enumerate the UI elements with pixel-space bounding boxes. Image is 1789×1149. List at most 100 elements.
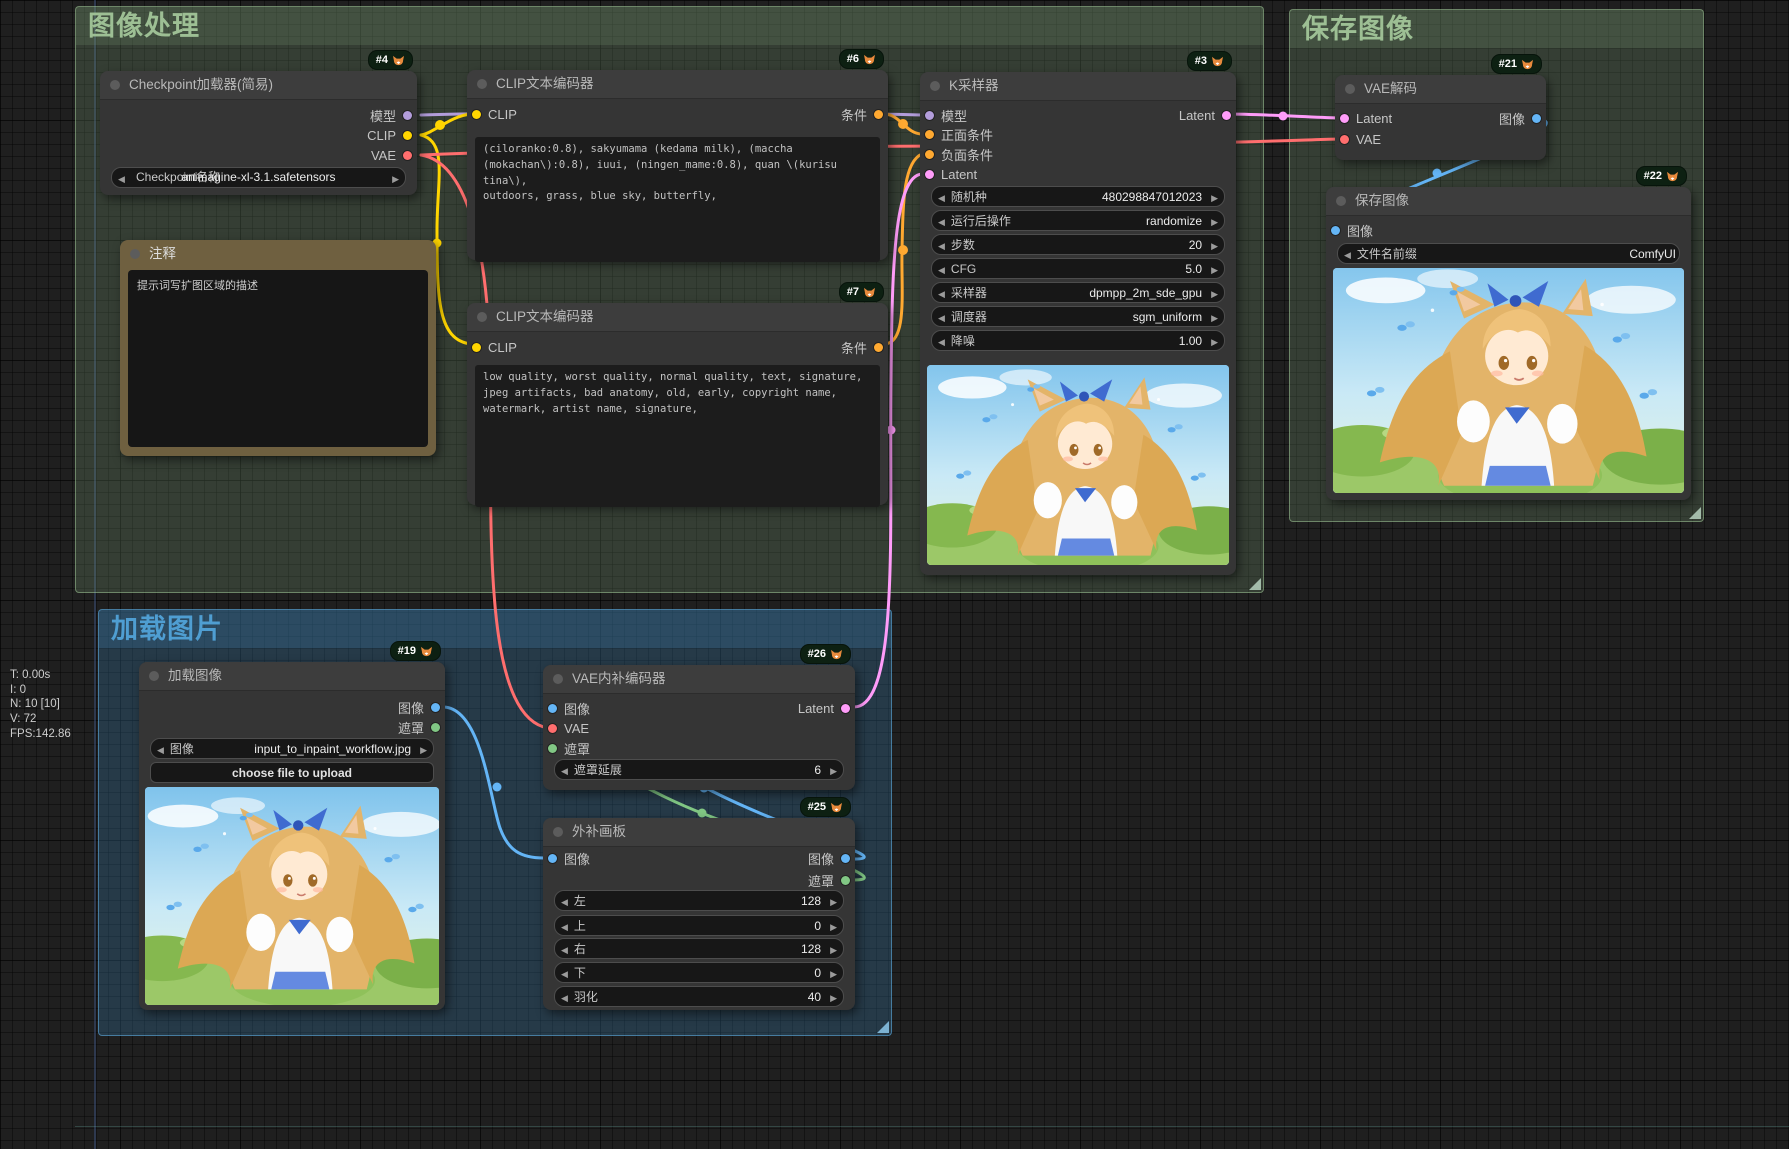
combo-left-arrow-icon[interactable]: [932, 238, 951, 252]
slot-dot-mask[interactable]: [841, 876, 850, 885]
link-dot[interactable]: [898, 245, 908, 255]
slot-dot-clip[interactable]: [472, 343, 481, 352]
slot-dot-conditioning[interactable]: [874, 343, 883, 352]
combo-right-arrow-icon[interactable]: [414, 742, 433, 756]
choose-file-button[interactable]: choose file to upload: [150, 762, 434, 783]
node-title-bar[interactable]: K采样器: [920, 72, 1236, 101]
node-title-bar[interactable]: 外补画板: [543, 818, 855, 847]
collapse-dot-icon[interactable]: [1345, 84, 1355, 94]
slot-dot-vae[interactable]: [548, 724, 557, 733]
link-dot[interactable]: [493, 783, 502, 792]
node-clip-encode-positive[interactable]: #6 CLIP文本编码器 CLIP 条件 (ciloranko:0.8), sa…: [467, 70, 888, 260]
link-dot[interactable]: [435, 120, 445, 130]
slot-dot-image[interactable]: [548, 704, 557, 713]
slot-dot-latent[interactable]: [925, 170, 934, 179]
combo-left-arrow-icon[interactable]: [932, 286, 951, 300]
slot-dot-model[interactable]: [925, 111, 934, 120]
node-note[interactable]: 注释 提示词写扩图区域的描述: [120, 240, 436, 456]
node-vae-decode[interactable]: #21 VAE解码 Latent VAE 图像: [1335, 75, 1546, 160]
output-slot-image[interactable]: 图像: [1499, 109, 1541, 127]
node-save-image[interactable]: #22 保存图像 图像 文件名前缀ComfyUI: [1326, 187, 1691, 500]
collapse-dot-icon[interactable]: [110, 80, 120, 90]
node-title-bar[interactable]: CLIP文本编码器: [467, 303, 888, 332]
output-slot-latent[interactable]: Latent: [1179, 106, 1231, 124]
combo-right-arrow-icon[interactable]: [824, 894, 843, 908]
combo-left-arrow-icon[interactable]: [932, 334, 951, 348]
combo-right-arrow-icon[interactable]: [824, 763, 843, 777]
slot-dot-latent[interactable]: [841, 704, 850, 713]
prompt-textarea[interactable]: low quality, worst quality, normal quali…: [475, 365, 880, 507]
filename-prefix-widget[interactable]: 文件名前缀ComfyUI: [1337, 243, 1680, 264]
input-slot-clip[interactable]: CLIP: [472, 338, 517, 356]
slot-dot-clip[interactable]: [472, 110, 481, 119]
input-slot-latent[interactable]: Latent: [1340, 109, 1392, 127]
combo-right-arrow-icon[interactable]: [824, 990, 843, 1004]
pad-bottom-widget[interactable]: 下0: [554, 962, 844, 983]
input-slot-mask[interactable]: 遮罩: [548, 739, 590, 757]
prompt-textarea[interactable]: (ciloranko:0.8), sakyumama (kedama milk)…: [475, 137, 880, 262]
slot-dot-vae[interactable]: [1340, 135, 1349, 144]
input-slot-positive[interactable]: 正面条件: [925, 125, 993, 143]
combo-right-arrow-icon[interactable]: [1205, 262, 1224, 276]
slot-dot-image[interactable]: [431, 703, 440, 712]
combo-left-arrow-icon[interactable]: [932, 262, 951, 276]
pad-right-widget[interactable]: 右128: [554, 938, 844, 959]
combo-left-arrow-icon[interactable]: [555, 990, 574, 1004]
input-slot-image[interactable]: 图像: [548, 699, 590, 717]
node-clip-encode-negative[interactable]: #7 CLIP文本编码器 CLIP 条件 low quality, worst …: [467, 303, 888, 505]
input-slot-image[interactable]: 图像: [1331, 221, 1373, 239]
combo-right-arrow-icon[interactable]: [1205, 334, 1224, 348]
collapse-dot-icon[interactable]: [130, 249, 140, 259]
pad-left-widget[interactable]: 左128: [554, 890, 844, 911]
grow-mask-widget[interactable]: 遮罩延展6: [554, 759, 844, 780]
combo-left-arrow-icon[interactable]: [555, 894, 574, 908]
slot-dot-latent[interactable]: [1222, 111, 1231, 120]
slot-dot-image[interactable]: [1331, 226, 1340, 235]
control-after-generate-widget[interactable]: 运行后操作randomize: [931, 210, 1225, 231]
slot-dot-vae[interactable]: [403, 151, 412, 160]
link-dot[interactable]: [1279, 112, 1288, 121]
collapse-dot-icon[interactable]: [553, 674, 563, 684]
node-vae-encode-inpaint[interactable]: #26 VAE内补编码器 图像 VAE 遮罩 Latent 遮罩延展6: [543, 665, 855, 790]
slot-dot-conditioning[interactable]: [874, 110, 883, 119]
wire-clip-positive[interactable]: [421, 114, 471, 135]
node-ksampler[interactable]: #3 K采样器 模型 正面条件 负面条件 Latent Latent 随机种48…: [920, 72, 1236, 575]
combo-left-arrow-icon[interactable]: [151, 742, 170, 756]
combo-left-arrow-icon[interactable]: [932, 190, 951, 204]
combo-right-arrow-icon[interactable]: [824, 942, 843, 956]
node-title-bar[interactable]: 保存图像: [1326, 187, 1691, 216]
slot-dot-latent[interactable]: [1340, 114, 1349, 123]
combo-left-arrow-icon[interactable]: [555, 942, 574, 956]
output-slot-mask[interactable]: 遮罩: [398, 718, 440, 736]
seed-widget[interactable]: 随机种480298847012023: [931, 186, 1225, 207]
node-title-bar[interactable]: VAE内补编码器: [543, 665, 855, 694]
input-slot-image[interactable]: 图像: [548, 849, 590, 867]
collapse-dot-icon[interactable]: [553, 827, 563, 837]
node-title-bar[interactable]: Checkpoint加载器(简易): [100, 71, 417, 100]
scheduler-widget[interactable]: 调度器sgm_uniform: [931, 306, 1225, 327]
pad-top-widget[interactable]: 上0: [554, 915, 844, 936]
output-slot-conditioning[interactable]: 条件: [841, 105, 883, 123]
combo-right-arrow-icon[interactable]: [1205, 190, 1224, 204]
output-slot-model[interactable]: 模型: [370, 106, 412, 124]
collapse-dot-icon[interactable]: [477, 312, 487, 322]
denoise-widget[interactable]: 降噪1.00: [931, 330, 1225, 351]
input-slot-vae[interactable]: VAE: [1340, 130, 1381, 148]
collapse-dot-icon[interactable]: [930, 81, 940, 91]
combo-left-arrow-icon[interactable]: [932, 310, 951, 324]
input-slot-vae[interactable]: VAE: [548, 719, 589, 737]
input-slot-clip[interactable]: CLIP: [472, 105, 517, 123]
combo-right-arrow-icon[interactable]: [1205, 310, 1224, 324]
wire-image-to-pad[interactable]: [444, 707, 544, 858]
slot-dot-conditioning[interactable]: [925, 130, 934, 139]
input-slot-model[interactable]: 模型: [925, 106, 967, 124]
image-file-combo[interactable]: 图像input_to_inpaint_workflow.jpg: [150, 738, 434, 759]
slot-dot-image[interactable]: [548, 854, 557, 863]
combo-right-arrow-icon[interactable]: [824, 966, 843, 980]
combo-left-arrow-icon[interactable]: [555, 763, 574, 777]
link-dot[interactable]: [698, 809, 707, 818]
slot-dot-model[interactable]: [403, 111, 412, 120]
link-dot[interactable]: [898, 119, 908, 129]
collapse-dot-icon[interactable]: [149, 671, 159, 681]
collapse-dot-icon[interactable]: [477, 79, 487, 89]
